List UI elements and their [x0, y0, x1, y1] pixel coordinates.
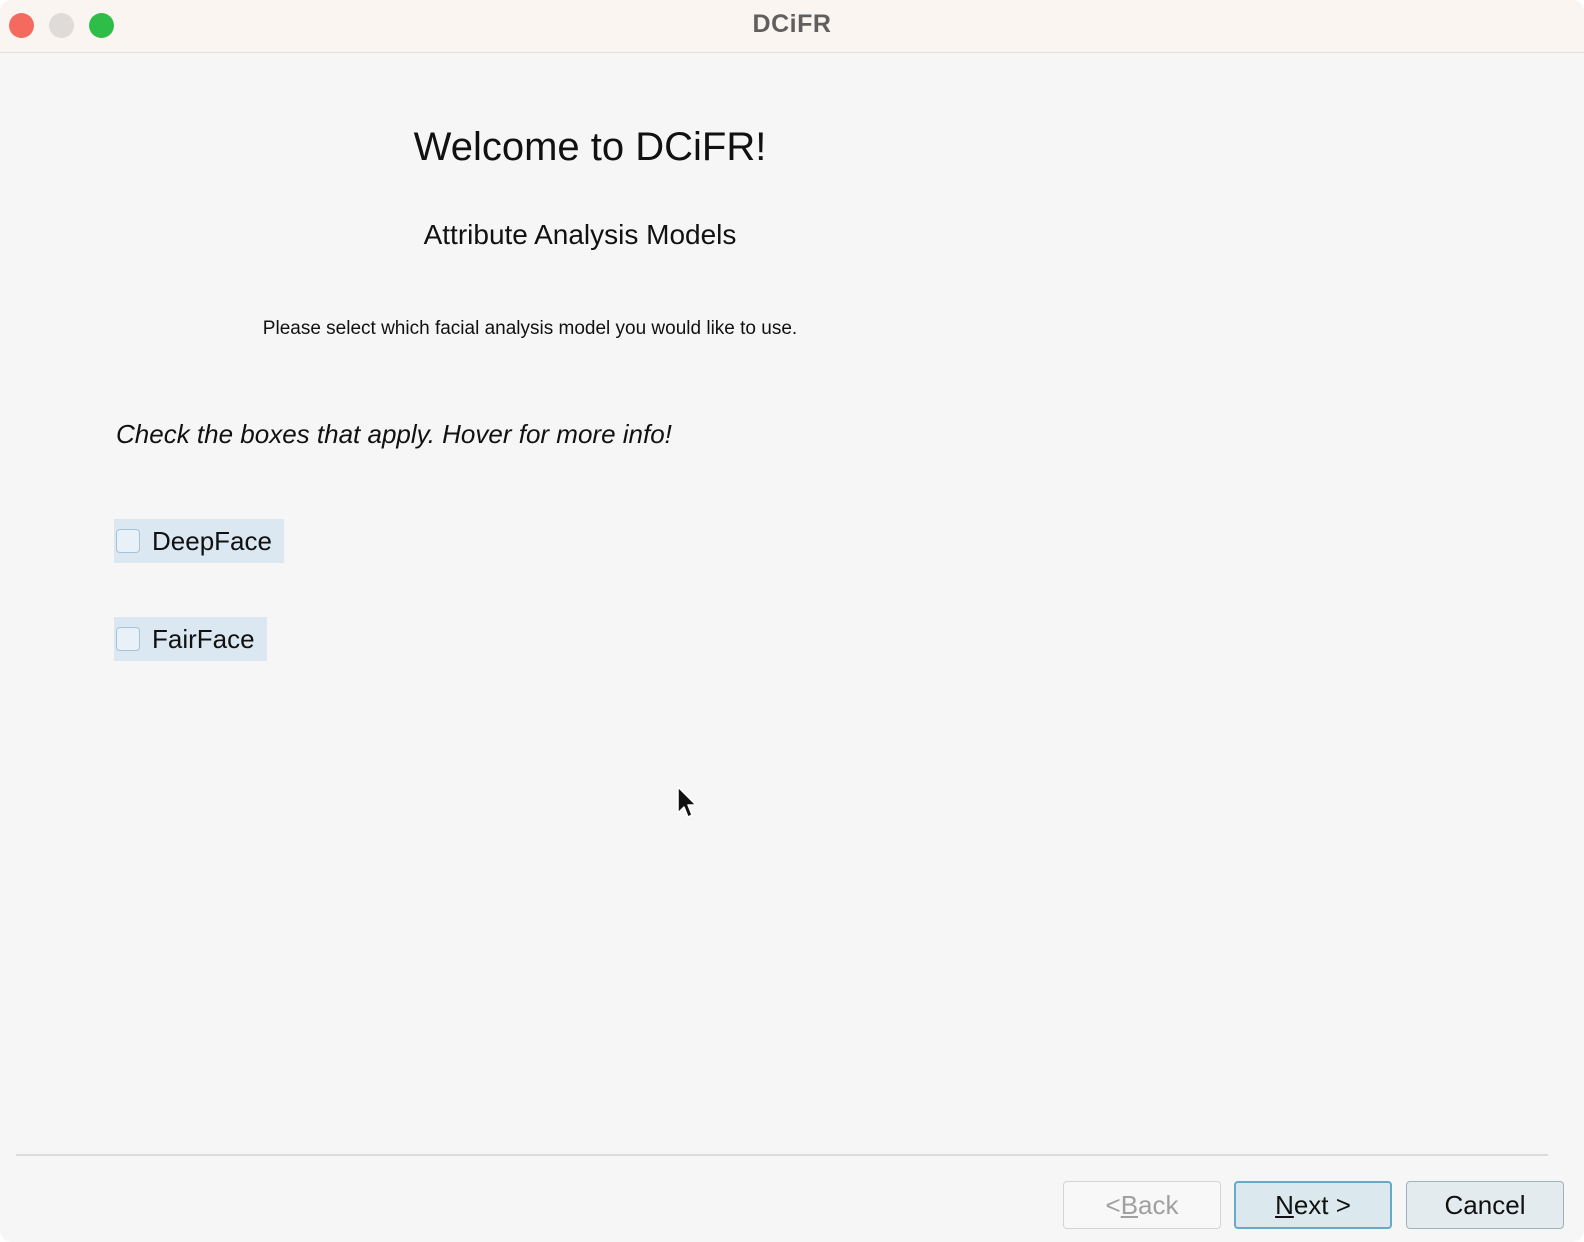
instruction-text: Please select which facial analysis mode…: [262, 318, 798, 339]
back-button[interactable]: < Back: [1063, 1181, 1221, 1229]
wizard-page: Welcome to DCiFR! Attribute Analysis Mod…: [0, 53, 1584, 1153]
button-bar-divider: [16, 1154, 1548, 1156]
next-button[interactable]: Next >: [1234, 1181, 1392, 1229]
back-button-mnemonic: B: [1120, 1189, 1139, 1220]
deepface-label[interactable]: DeepFace: [152, 526, 272, 557]
fairface-label[interactable]: FairFace: [152, 624, 255, 655]
cancel-button-label: Cancel: [1444, 1189, 1526, 1220]
deepface-checkbox[interactable]: [116, 529, 140, 553]
fairface-checkbox-row[interactable]: FairFace: [114, 617, 267, 661]
back-button-prefix: <: [1105, 1189, 1121, 1220]
page-subtitle: Attribute Analysis Models: [423, 219, 737, 250]
title-bar[interactable]: DCiFR: [0, 0, 1584, 53]
next-button-label: ext >: [1293, 1189, 1351, 1220]
hint-text: Check the boxes that apply. Hover for mo…: [116, 419, 672, 449]
back-button-label: ack: [1138, 1189, 1179, 1220]
mouse-pointer-icon: [677, 786, 697, 818]
app-window: DCiFR Welcome to DCiFR! Attribute Analys…: [0, 0, 1584, 1242]
page-title: Welcome to DCiFR!: [413, 125, 767, 169]
next-button-mnemonic: N: [1275, 1189, 1294, 1220]
window-title: DCiFR: [752, 10, 832, 38]
deepface-checkbox-row[interactable]: DeepFace: [114, 519, 284, 563]
fairface-checkbox[interactable]: [116, 627, 140, 651]
cancel-button[interactable]: Cancel: [1406, 1181, 1564, 1229]
